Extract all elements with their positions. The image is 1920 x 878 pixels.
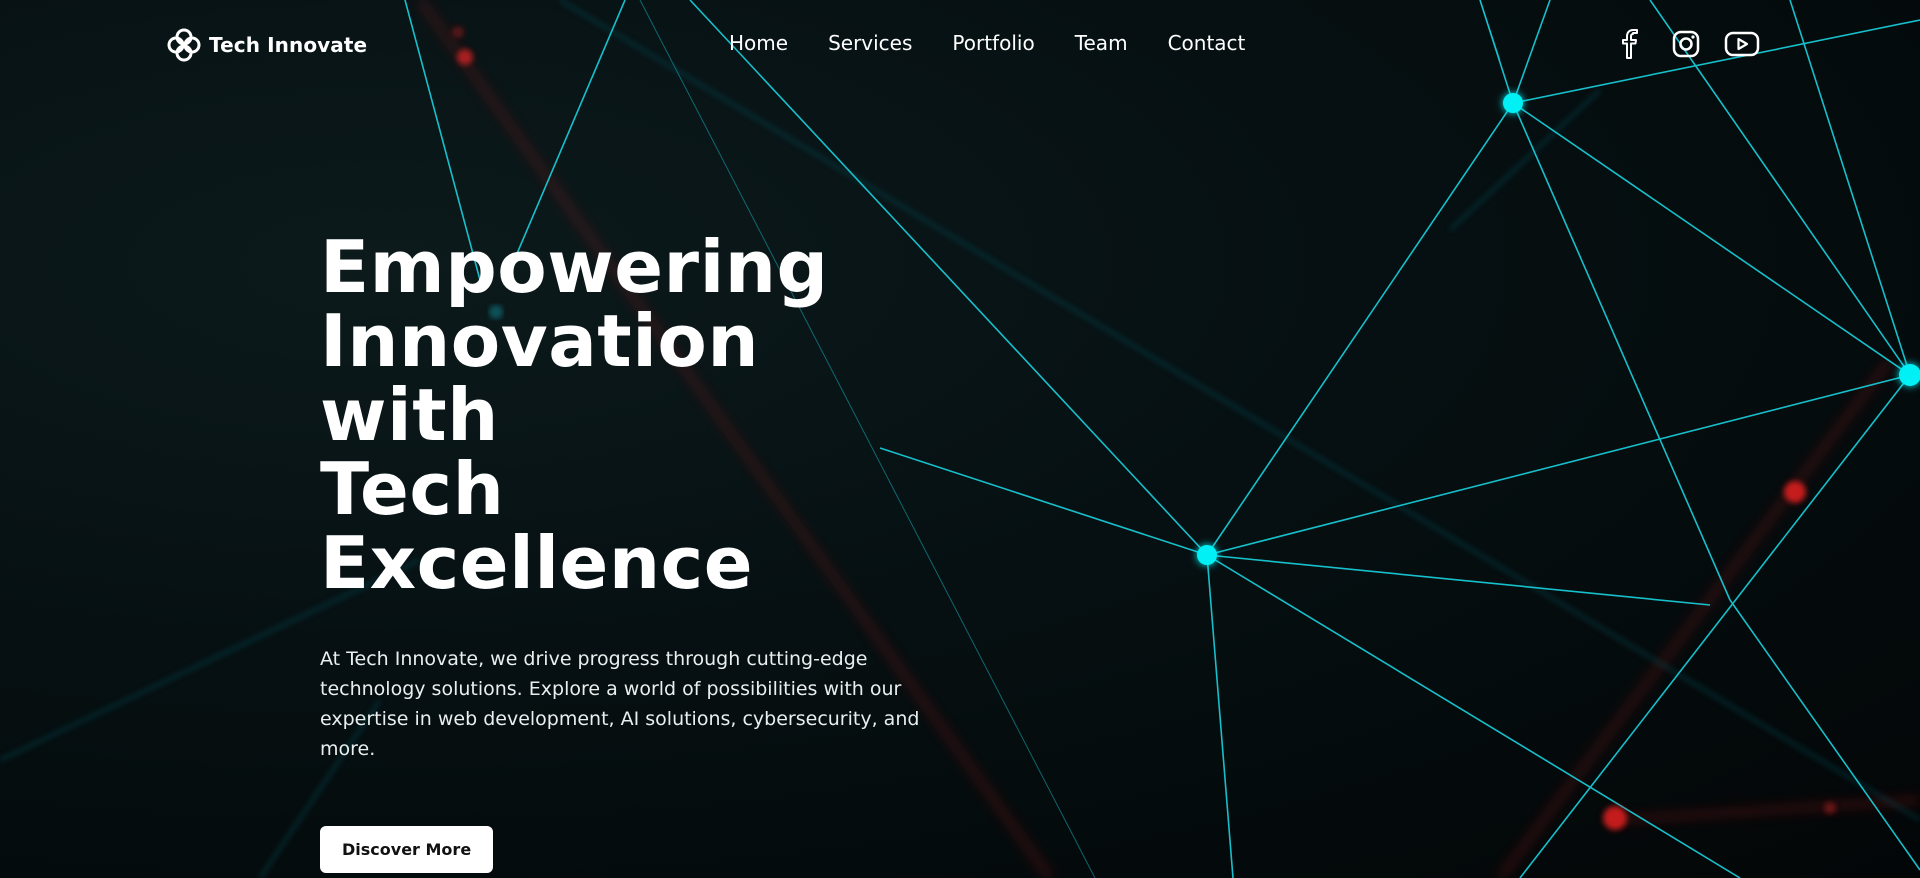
social-links <box>1612 28 1760 60</box>
facebook-icon <box>1622 29 1638 59</box>
instagram-link[interactable] <box>1668 28 1704 60</box>
site-header: Tech Innovate Home Services Portfolio Te… <box>0 0 1920 90</box>
nav-item-home[interactable]: Home <box>729 31 788 55</box>
brand-name: Tech Innovate <box>209 33 368 57</box>
hero-section: Empowering Innovation with Tech Excellen… <box>320 230 960 873</box>
nav-item-portfolio[interactable]: Portfolio <box>952 31 1034 55</box>
youtube-link[interactable] <box>1724 28 1760 60</box>
brand[interactable]: Tech Innovate <box>167 28 367 62</box>
instagram-icon <box>1672 30 1700 58</box>
facebook-link[interactable] <box>1612 28 1648 60</box>
main-nav: Home Services Portfolio Team Contact <box>729 31 1245 55</box>
quatrefoil-logo-icon <box>167 28 201 62</box>
discover-more-button[interactable]: Discover More <box>320 826 494 873</box>
landing-page: Tech Innovate Home Services Portfolio Te… <box>0 0 1920 878</box>
youtube-icon <box>1724 31 1760 57</box>
nav-item-services[interactable]: Services <box>828 31 912 55</box>
hero-description: At Tech Innovate, we drive progress thro… <box>320 648 920 760</box>
nav-item-contact[interactable]: Contact <box>1168 31 1246 55</box>
hero-title: Empowering Innovation with Tech Excellen… <box>320 225 829 605</box>
nav-item-team[interactable]: Team <box>1075 31 1128 55</box>
network-background <box>0 0 1920 878</box>
